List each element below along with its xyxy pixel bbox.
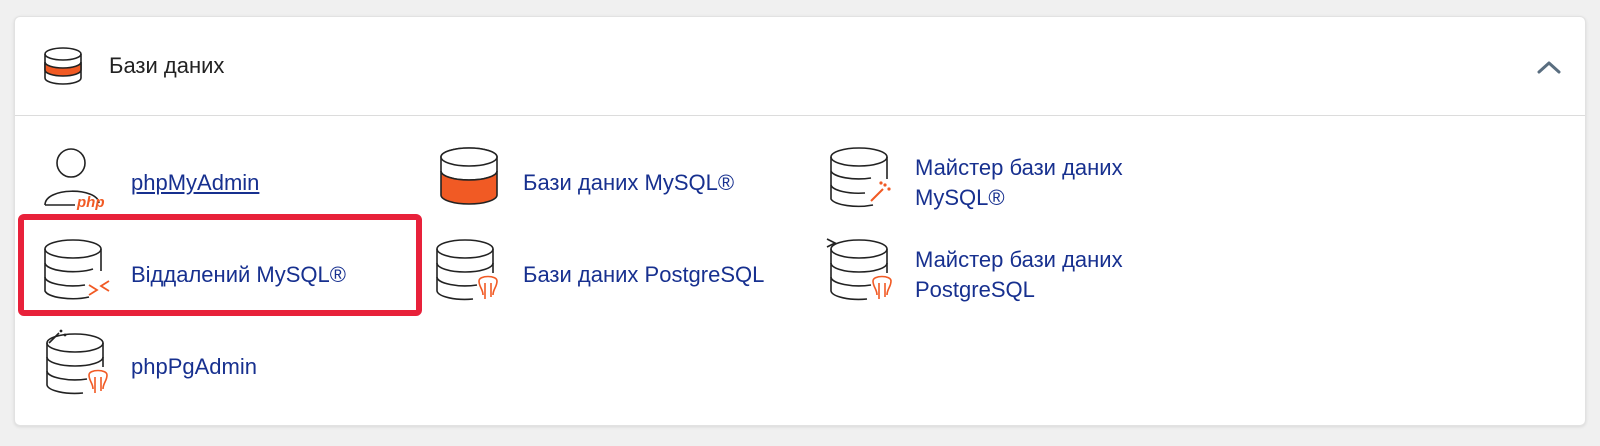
svg-text:php: php	[76, 194, 105, 211]
item-mysql-database-wizard[interactable]: Майстер бази даних MySQL®	[825, 143, 1185, 223]
mysql-databases-link[interactable]: Бази даних MySQL®	[523, 168, 803, 198]
chevron-up-icon[interactable]	[1535, 57, 1563, 77]
postgresql-databases-icon	[436, 239, 498, 301]
phppgadmin-link[interactable]: phpPgAdmin	[131, 352, 391, 382]
mysql-databases-icon	[440, 147, 498, 205]
phpmyadmin-link[interactable]: phpMyAdmin	[131, 168, 391, 198]
database-icon	[44, 47, 82, 85]
phpmyadmin-icon: php	[44, 148, 105, 211]
item-mysql-databases[interactable]: Бази даних MySQL®	[433, 143, 793, 223]
item-phppgadmin[interactable]: phpPgAdmin	[41, 327, 381, 407]
postgresql-database-wizard-link[interactable]: Майстер бази даних PostgreSQL	[915, 245, 1165, 305]
section-title: Бази даних	[109, 53, 225, 78]
postgresql-database-wizard-icon	[826, 238, 892, 301]
mysql-database-wizard-icon	[830, 147, 891, 208]
highlight-box	[18, 214, 422, 316]
postgresql-databases-link[interactable]: Бази даних PostgreSQL	[523, 260, 803, 290]
phppgadmin-icon	[46, 329, 108, 395]
item-postgresql-databases[interactable]: Бази даних PostgreSQL	[433, 235, 793, 315]
item-phpmyadmin[interactable]: php phpMyAdmin	[41, 143, 381, 223]
panel-header[interactable]: Бази даних	[15, 17, 1585, 116]
mysql-database-wizard-link[interactable]: Майстер бази даних MySQL®	[915, 153, 1165, 213]
item-postgresql-database-wizard[interactable]: Майстер бази даних PostgreSQL	[825, 235, 1185, 315]
